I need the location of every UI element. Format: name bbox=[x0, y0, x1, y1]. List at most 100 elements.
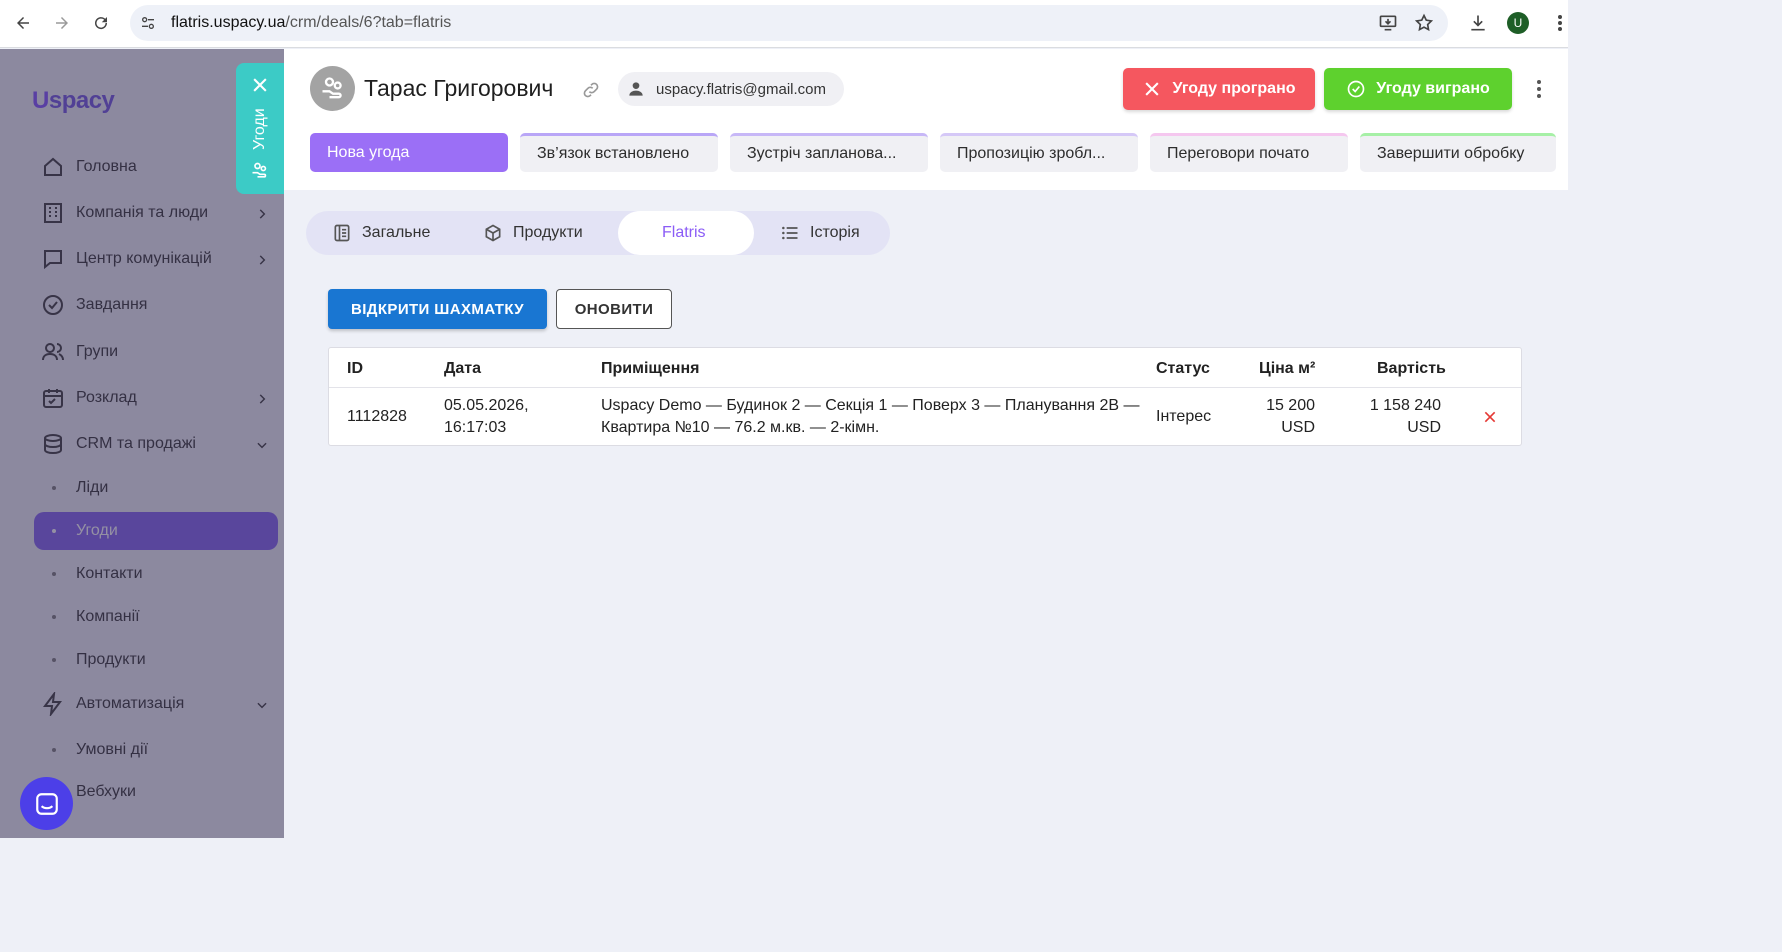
sidebar-item-tasks[interactable]: Завдання bbox=[40, 290, 147, 320]
deal-avatar bbox=[310, 66, 355, 111]
cell-time-line: 16:17:03 bbox=[444, 419, 507, 436]
database-icon bbox=[40, 431, 66, 457]
home-icon bbox=[40, 154, 66, 180]
deals-side-tab[interactable]: Угоди bbox=[236, 63, 284, 194]
cell-price-currency: USD bbox=[1281, 419, 1315, 436]
sidebar-item-label: Продукти bbox=[76, 651, 146, 668]
sidebar-sub-leads[interactable]: Ліди bbox=[52, 475, 108, 501]
stage-label: Пропозицію зробл... bbox=[957, 145, 1106, 162]
cell-premises-line: Uspacy Demo — Будинок 2 — Секція 1 — Пов… bbox=[601, 397, 1140, 414]
stage-label: Завершити обробку bbox=[1377, 145, 1525, 162]
tab-label: Загальне bbox=[362, 224, 431, 241]
site-settings-icon[interactable] bbox=[138, 13, 158, 33]
bookmark-star-icon[interactable] bbox=[1414, 13, 1434, 33]
deal-won-button[interactable]: Угоду виграно bbox=[1324, 68, 1512, 110]
document-icon bbox=[334, 224, 350, 242]
check-circle-icon bbox=[1347, 80, 1365, 98]
sidebar-item-company[interactable]: Компанія та люди bbox=[40, 198, 208, 228]
deal-lost-label: Угоду програно bbox=[1172, 80, 1296, 97]
close-icon[interactable] bbox=[250, 75, 270, 95]
bolt-icon bbox=[40, 691, 66, 717]
stage-label: Нова угода bbox=[327, 143, 410, 161]
tab-label: Продукти bbox=[513, 224, 583, 241]
tab-flatris[interactable]: Flatris bbox=[662, 211, 706, 255]
open-chessboard-button[interactable]: ВІДКРИТИ ШАХМАТКУ bbox=[328, 289, 547, 329]
delete-icon[interactable] bbox=[1482, 409, 1498, 425]
support-chat-button[interactable] bbox=[20, 777, 73, 830]
sidebar-item-schedule[interactable]: Розклад bbox=[40, 383, 137, 413]
deal-panel: Тарас Григорович uspacy.flatris@gmail.co… bbox=[284, 49, 1568, 838]
download-icon[interactable] bbox=[1466, 11, 1490, 35]
cell-price-m2: 15 200 USD bbox=[1229, 395, 1315, 439]
uspacy-logo[interactable]: Uspacy bbox=[32, 87, 115, 115]
contact-chip[interactable]: uspacy.flatris@gmail.com bbox=[618, 72, 844, 106]
bullet-icon bbox=[52, 658, 56, 662]
reload-icon[interactable] bbox=[88, 10, 114, 36]
building-icon bbox=[40, 200, 66, 226]
sidebar-sub-products[interactable]: Продукти bbox=[52, 647, 146, 673]
cell-date: 05.05.2026, 16:17:03 bbox=[444, 395, 529, 439]
cell-premises-line: Квартира №10 — 76.2 м.кв. — 2-кімн. bbox=[601, 419, 880, 436]
deal-lost-button[interactable]: Угоду програно bbox=[1123, 68, 1315, 110]
sidebar-sub-conditional-actions[interactable]: Умовні дії bbox=[52, 737, 148, 763]
stage-meeting-scheduled[interactable]: Зустріч запланова... bbox=[730, 133, 928, 172]
tab-general[interactable]: Загальне bbox=[332, 211, 430, 255]
refresh-button[interactable]: ОНОВИТИ bbox=[556, 289, 672, 329]
sidebar-sub-deals[interactable]: Угоди bbox=[52, 518, 118, 544]
install-app-icon[interactable] bbox=[1378, 13, 1398, 33]
link-icon[interactable] bbox=[581, 80, 601, 100]
sidebar-item-label: Ліди bbox=[76, 479, 109, 496]
column-header-premises: Приміщення bbox=[601, 360, 700, 377]
cube-icon bbox=[485, 224, 501, 242]
stage-new-deal[interactable]: Нова угода bbox=[310, 133, 508, 172]
bullet-icon bbox=[52, 529, 56, 533]
sidebar-item-label: Головна bbox=[76, 158, 137, 175]
sidebar-item-home[interactable]: Головна bbox=[40, 152, 137, 182]
sidebar-sub-companies[interactable]: Компанії bbox=[52, 604, 140, 630]
chevron-down-icon[interactable] bbox=[255, 698, 269, 712]
tab-label: Flatris bbox=[662, 224, 706, 241]
stage-label: Переговори почато bbox=[1167, 145, 1310, 162]
column-header-total: Вартість bbox=[1377, 360, 1446, 377]
tab-products[interactable]: Продукти bbox=[483, 211, 583, 255]
deal-header: Тарас Григорович uspacy.flatris@gmail.co… bbox=[284, 49, 1568, 190]
sidebar-item-label: Вебхуки bbox=[76, 783, 136, 800]
sidebar-item-automation[interactable]: Автоматизація bbox=[40, 689, 184, 719]
stage-negotiations-started[interactable]: Переговори почато bbox=[1150, 133, 1348, 172]
sidebar-sub-contacts[interactable]: Контакти bbox=[52, 561, 143, 587]
back-icon[interactable] bbox=[10, 10, 36, 36]
url-text: flatris.uspacy.ua/crm/deals/6?tab=flatri… bbox=[171, 14, 452, 31]
stage-proposal-made[interactable]: Пропозицію зробл... bbox=[940, 133, 1138, 172]
stage-label: Зв’язок встановлено bbox=[537, 145, 690, 162]
contact-email: uspacy.flatris@gmail.com bbox=[656, 80, 826, 98]
browser-toolbar: flatris.uspacy.ua/crm/deals/6?tab=flatri… bbox=[0, 0, 1568, 48]
calendar-icon bbox=[40, 385, 66, 411]
sidebar-item-label: Умовні дії bbox=[76, 741, 149, 758]
sidebar-item-communications[interactable]: Центр комунікацій bbox=[40, 244, 212, 274]
tab-history[interactable]: Історія bbox=[780, 211, 860, 255]
chevron-right-icon[interactable] bbox=[255, 253, 269, 267]
divider bbox=[329, 387, 1521, 388]
sidebar-item-groups[interactable]: Групи bbox=[40, 337, 118, 367]
close-icon bbox=[1145, 82, 1160, 96]
chevron-down-icon[interactable] bbox=[255, 438, 269, 452]
sidebar-item-label: Контакти bbox=[76, 565, 143, 582]
chevron-right-icon[interactable] bbox=[255, 207, 269, 221]
hand-coins-icon bbox=[322, 76, 342, 98]
sidebar-item-crm[interactable]: CRM та продажі bbox=[40, 429, 196, 459]
column-header-date: Дата bbox=[444, 360, 482, 377]
address-bar[interactable]: flatris.uspacy.ua/crm/deals/6?tab=flatri… bbox=[130, 5, 1448, 41]
profile-avatar[interactable]: U bbox=[1507, 12, 1529, 34]
stage-contact-established[interactable]: Зв’язок встановлено bbox=[520, 133, 718, 172]
deal-title[interactable]: Тарас Григорович bbox=[364, 75, 553, 102]
browser-menu-icon[interactable] bbox=[1548, 11, 1572, 35]
chat-bubble-icon bbox=[35, 792, 58, 815]
stage-label: Зустріч запланова... bbox=[747, 145, 897, 162]
column-header-status: Статус bbox=[1156, 360, 1210, 377]
cell-price-value: 15 200 bbox=[1266, 397, 1315, 414]
more-vertical-icon[interactable] bbox=[1530, 77, 1548, 101]
sidebar-item-label: Компанія та люди bbox=[76, 204, 209, 221]
stage-finish-processing[interactable]: Завершити обробку bbox=[1360, 133, 1556, 172]
chevron-right-icon[interactable] bbox=[255, 392, 269, 406]
forward-icon[interactable] bbox=[49, 10, 75, 36]
